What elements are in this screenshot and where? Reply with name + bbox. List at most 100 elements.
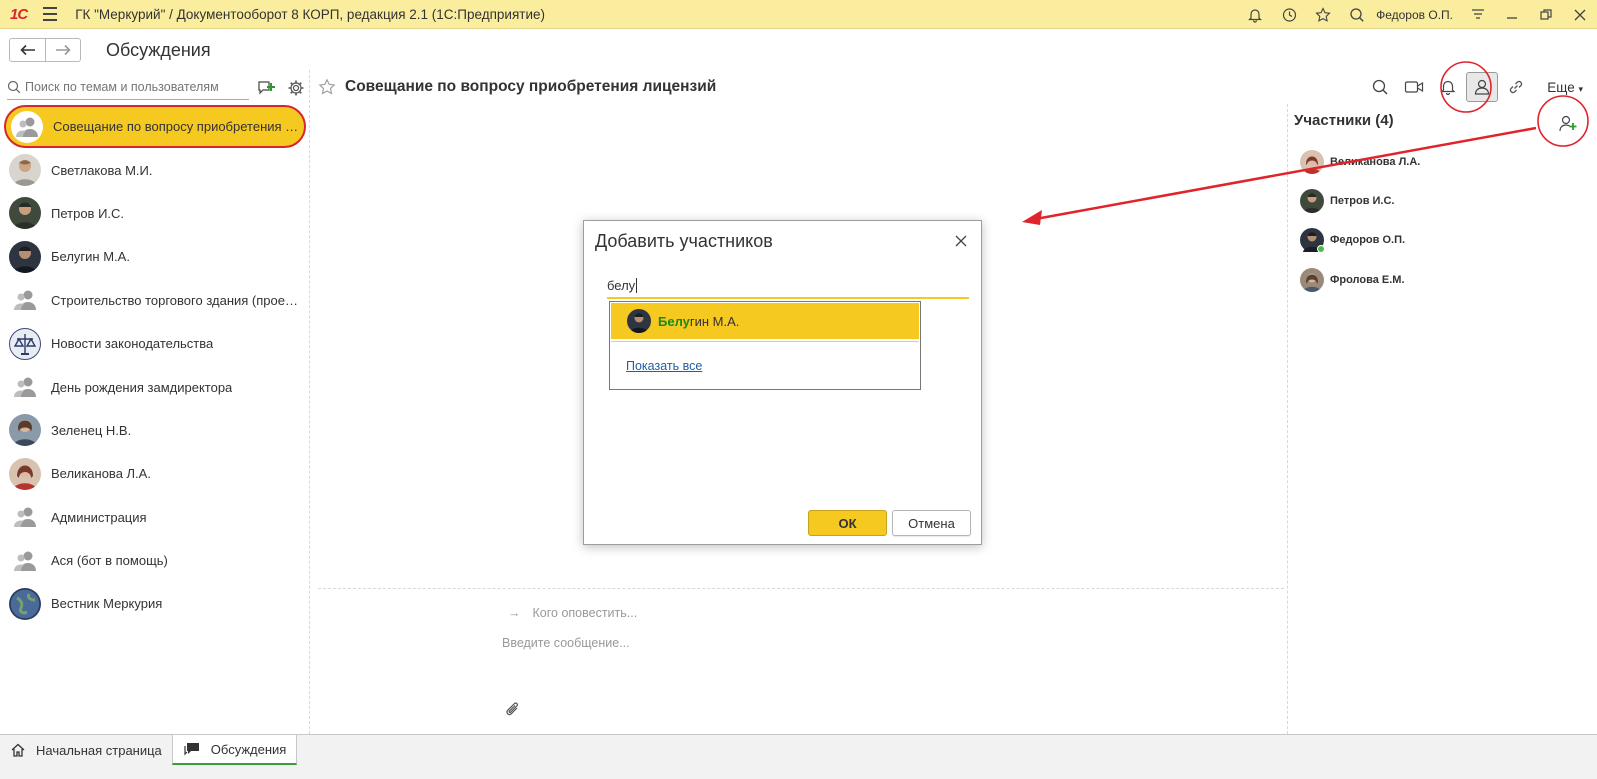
new-discussion-icon[interactable] [253, 75, 279, 101]
text-caret [636, 277, 638, 293]
user-avatar [9, 240, 41, 273]
app-titlebar: 1С ГК "Меркурий" / Документооборот 8 КОР… [0, 0, 1597, 29]
list-item[interactable]: Строительство торгового здания (проект) [0, 279, 310, 322]
suggestion-dropdown: Белу гин М.А. Показать все [609, 301, 921, 390]
star-icon[interactable] [1306, 0, 1340, 29]
user-avatar [9, 197, 41, 230]
app-logo[interactable]: 1С [10, 6, 28, 23]
search-icon[interactable] [1364, 72, 1396, 102]
notify-field[interactable]: → Кого оповестить... [508, 606, 637, 620]
user-avatar [9, 414, 41, 447]
video-call-icon[interactable] [1398, 72, 1430, 102]
item-label: Строительство торгового здания (проект) [51, 292, 299, 308]
list-item[interactable]: Белугин М.А. [0, 235, 310, 278]
item-label: Петров И.С. [51, 205, 125, 221]
participants-toggle-icon[interactable] [1466, 72, 1499, 102]
attach-icon[interactable] [504, 701, 522, 722]
more-menu[interactable]: Еще ▾ [1547, 80, 1583, 95]
participants-panel: Участники (4) Великанова Л.А. Петров И.С… [1287, 104, 1597, 734]
list-item[interactable]: День рождения замдиректора [0, 365, 310, 408]
participant-name: Фролова Е.М. [1330, 273, 1405, 286]
list-item[interactable]: Ася (бот в помощь) [0, 539, 310, 582]
item-label: Великанова Л.А. [51, 466, 151, 482]
list-item[interactable]: Светлакова М.И. [0, 148, 310, 191]
compose-area: → Кого оповестить... Введите сообщение..… [318, 588, 1284, 734]
list-item[interactable]: Петров И.С. [0, 192, 310, 235]
suggestion-rest: гин М.А. [689, 313, 740, 329]
home-icon [11, 743, 25, 757]
participant-item[interactable]: Петров И.С. [1300, 181, 1420, 220]
history-icon[interactable] [1272, 0, 1306, 29]
discussion-search[interactable] [7, 76, 250, 100]
link-icon[interactable] [1500, 72, 1532, 102]
add-participants-dialog: Добавить участников белу Белу гин М.А. По… [583, 220, 982, 545]
item-label: Совещание по вопросу приобретения лиценз… [53, 119, 301, 135]
participant-item[interactable]: Федоров О.П. [1300, 221, 1420, 260]
group-icon [9, 501, 41, 534]
restore-icon[interactable] [1529, 0, 1563, 29]
list-item[interactable]: Вестник Меркурия [0, 582, 310, 625]
user-avatar [1300, 188, 1324, 213]
back-button[interactable] [10, 39, 45, 61]
gear-icon[interactable] [283, 75, 309, 101]
group-icon [11, 110, 43, 143]
list-item[interactable]: Великанова Л.А. [0, 452, 310, 495]
settings-menu-icon[interactable] [1461, 0, 1495, 29]
participant-name: Федоров О.П. [1330, 234, 1406, 247]
notify-placeholder: Кого оповестить... [532, 606, 638, 620]
group-icon [9, 371, 41, 404]
participant-item[interactable]: Фролова Е.М. [1300, 260, 1420, 299]
bell-icon[interactable] [1238, 0, 1272, 29]
page-title: Обсуждения [106, 39, 211, 60]
chevron-down-icon: ▾ [1578, 83, 1583, 94]
group-icon [9, 544, 41, 577]
ok-button[interactable]: ОК [808, 510, 887, 536]
list-item[interactable]: Новости законодательства [0, 322, 310, 365]
item-label: Вестник Меркурия [51, 596, 163, 612]
participant-name: Петров И.С. [1330, 194, 1395, 207]
emblem-icon [9, 327, 41, 360]
bell-icon[interactable] [1432, 72, 1464, 102]
search-input[interactable] [25, 80, 245, 94]
list-item[interactable]: Администрация [0, 496, 310, 539]
search-icon [7, 80, 21, 94]
show-all-link[interactable]: Показать все [626, 359, 702, 373]
tab-home[interactable]: Начальная страница [0, 735, 172, 765]
item-label: День рождения замдиректора [51, 379, 233, 395]
user-avatar [9, 457, 41, 490]
item-label: Ася (бот в помощь) [51, 553, 168, 569]
item-label: Зеленец Н.В. [51, 422, 132, 438]
cancel-button[interactable]: Отмена [892, 510, 971, 536]
item-label: Белугин М.А. [51, 249, 130, 265]
dialog-title: Добавить участников [595, 231, 773, 251]
tab-label: Обсуждения [210, 741, 287, 757]
forward-button[interactable] [45, 39, 80, 61]
participant-item[interactable]: Великанова Л.А. [1300, 142, 1420, 181]
current-user[interactable]: Федоров О.П. [1376, 8, 1453, 22]
close-icon[interactable] [953, 233, 969, 249]
search-icon[interactable] [1340, 0, 1374, 29]
minimize-icon[interactable] [1495, 0, 1529, 29]
globe-icon [9, 587, 41, 620]
app-title: ГК "Меркурий" / Документооборот 8 КОРП, … [75, 6, 545, 22]
favorite-star-icon[interactable] [318, 78, 336, 96]
conversation-header: Совещание по вопросу приобретения лиценз… [310, 70, 1597, 104]
arrow-right-icon: → [508, 606, 521, 620]
tab-label: Начальная страница [36, 742, 162, 758]
suggestion-item[interactable]: Белу гин М.А. [611, 303, 919, 339]
list-item[interactable]: Совещание по вопросу приобретения лиценз… [4, 105, 306, 149]
user-avatar [627, 309, 651, 333]
list-item[interactable]: Зеленец Н.В. [0, 409, 310, 452]
close-icon[interactable] [1563, 0, 1597, 29]
group-icon [9, 284, 41, 317]
main-menu-icon[interactable] [43, 7, 58, 21]
add-participant-icon[interactable] [1555, 110, 1581, 136]
navigation-bar: Обсуждения [0, 30, 1597, 70]
participants-title: Участники (4) [1294, 112, 1394, 129]
chat-icon [184, 743, 199, 756]
message-input[interactable]: Введите сообщение... [502, 636, 630, 650]
participant-search-input[interactable]: белу [607, 273, 969, 299]
item-label: Администрация [51, 509, 147, 525]
annotation-arrowhead [1022, 210, 1042, 225]
tab-discussions[interactable]: Обсуждения [171, 735, 298, 765]
